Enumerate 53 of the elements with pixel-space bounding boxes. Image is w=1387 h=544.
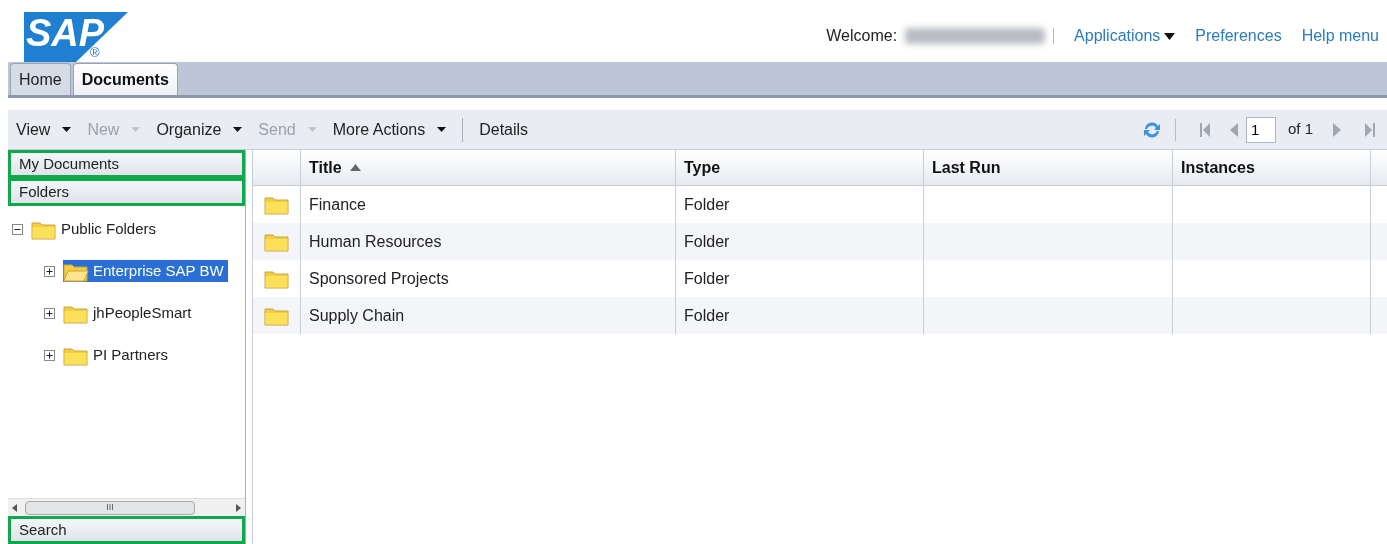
expand-icon[interactable] — [44, 307, 55, 319]
page-count: of 1 — [1287, 119, 1313, 140]
tab[interactable]: Documents — [72, 63, 178, 95]
column-header[interactable]: Type — [676, 150, 924, 185]
panel-header[interactable]: Search — [8, 516, 245, 544]
column-header[interactable]: Title — [301, 150, 676, 185]
tree-item[interactable]: Enterprise SAP BW — [63, 259, 228, 283]
caret-icon — [131, 127, 141, 132]
scroll-left-icon[interactable] — [12, 503, 17, 512]
toolbar-menu[interactable]: More Actions — [332, 117, 447, 142]
folder-icon — [63, 346, 89, 367]
horizontal-scrollbar[interactable]: III — [8, 498, 245, 516]
column-header[interactable]: Instances — [1173, 150, 1371, 185]
tree-label: Public Folders — [61, 218, 157, 239]
scrollbar-thumb[interactable]: III — [25, 500, 195, 515]
logo: SAP® — [24, 12, 128, 62]
panel-header[interactable]: My Documents — [8, 150, 245, 178]
table-cell: Supply Chain — [301, 297, 676, 334]
tree-item[interactable]: jhPeopleSmart — [63, 301, 196, 325]
page-field[interactable]: 1 — [1245, 116, 1276, 143]
panel-header[interactable]: Folders — [8, 178, 245, 206]
open-folder-icon — [63, 262, 89, 283]
tree-item[interactable]: Public Folders — [31, 217, 161, 241]
sort-ascending-icon — [349, 164, 361, 171]
header-link[interactable]: Help menu — [1301, 24, 1379, 48]
folder-icon — [263, 305, 290, 326]
tree-label: Enterprise SAP BW — [93, 260, 224, 281]
toolbar-menu[interactable]: Details — [479, 117, 529, 142]
column-header[interactable]: Last Run — [924, 150, 1173, 185]
tab[interactable]: Home — [10, 63, 71, 95]
welcome-label: Welcome: — [826, 26, 898, 46]
tree-label: PI Partners — [93, 344, 169, 365]
folder-icon — [263, 268, 290, 289]
caret-icon — [1164, 32, 1176, 40]
toolbar-menu[interactable]: View — [16, 117, 72, 142]
scroll-right-icon[interactable] — [236, 503, 241, 512]
folder-icon — [263, 194, 290, 215]
tree-item[interactable]: PI Partners — [63, 343, 173, 367]
caret-icon — [62, 127, 72, 132]
expand-icon[interactable] — [44, 349, 55, 361]
caret-icon — [307, 127, 317, 132]
tree-label: jhPeopleSmart — [93, 302, 192, 323]
folder-icon — [263, 231, 290, 252]
folder-icon — [31, 220, 57, 241]
folder-icon — [63, 304, 89, 325]
collapse-icon[interactable] — [12, 223, 23, 235]
table-cell: Folder — [676, 297, 924, 334]
header-link[interactable]: Preferences — [1195, 24, 1282, 48]
caret-icon — [437, 127, 447, 132]
caret-icon — [233, 127, 243, 132]
header-link[interactable]: Applications — [1074, 24, 1176, 48]
toolbar-menu[interactable]: Organize — [156, 117, 243, 142]
expand-icon[interactable] — [44, 265, 55, 277]
